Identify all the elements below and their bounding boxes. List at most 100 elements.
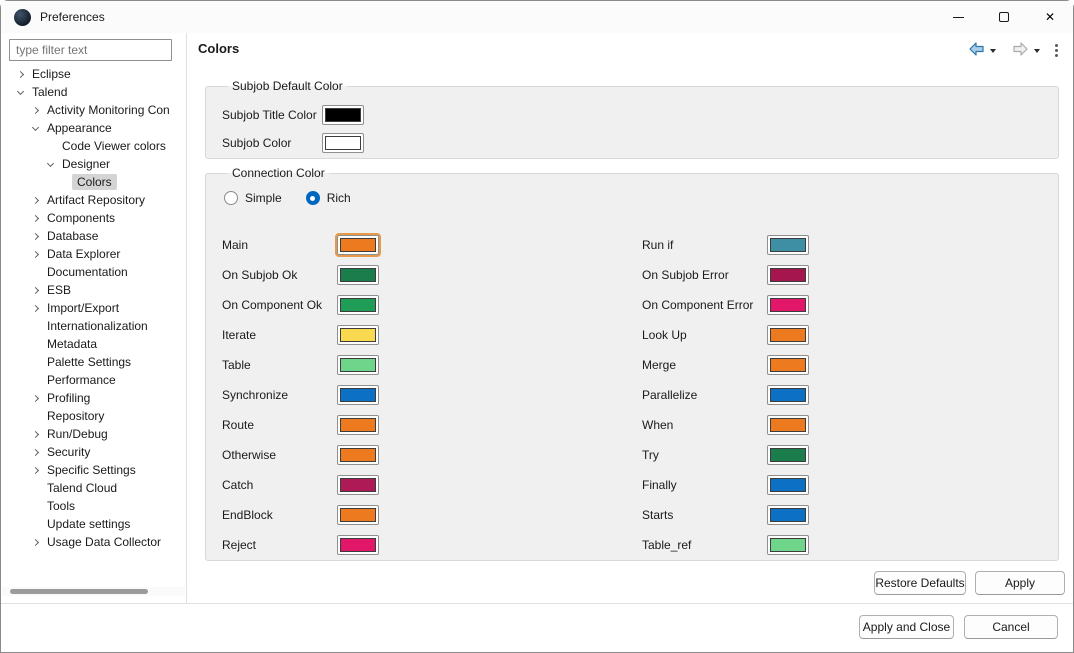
minimize-button[interactable]: [935, 1, 981, 33]
sidebar-horizontal-scrollbar[interactable]: [2, 587, 185, 596]
radio-simple[interactable]: Simple: [224, 191, 282, 205]
cancel-button[interactable]: Cancel: [964, 615, 1058, 639]
apply-button[interactable]: Apply: [975, 571, 1065, 595]
color-swatch-try[interactable]: [767, 445, 809, 465]
tree-item-internationalization[interactable]: Internationalization: [1, 317, 186, 335]
tree-item-colors[interactable]: Colors: [1, 173, 186, 191]
forward-dropdown-icon[interactable]: [1034, 48, 1040, 53]
connection-color-group: Connection Color Simple Rich Main On Subjo…: [205, 166, 1059, 561]
color-swatch-starts[interactable]: [767, 505, 809, 525]
color-label: EndBlock: [222, 508, 273, 522]
chevron-right-icon[interactable]: [28, 394, 42, 402]
tree-item-import-export[interactable]: Import/Export: [1, 299, 186, 317]
tree-item-designer[interactable]: Designer: [1, 155, 186, 173]
chevron-down-icon[interactable]: [13, 87, 27, 95]
color-row-on-subjob-error: On Subjob Error: [642, 260, 1058, 290]
tree-item-code-viewer-colors[interactable]: Code Viewer colors: [1, 137, 186, 155]
color-swatch-catch[interactable]: [337, 475, 379, 495]
tree-item-documentation[interactable]: Documentation: [1, 263, 186, 281]
color-swatch-parallelize[interactable]: [767, 385, 809, 405]
back-dropdown-icon[interactable]: [990, 48, 996, 53]
color-label: Run if: [642, 238, 674, 252]
tree-item-label: ESB: [47, 283, 72, 297]
tree-item-run-debug[interactable]: Run/Debug: [1, 425, 186, 443]
color-row-reject: Reject: [222, 530, 642, 560]
tree-item-metadata[interactable]: Metadata: [1, 335, 186, 353]
color-swatch-merge[interactable]: [767, 355, 809, 375]
color-swatch-on-subjob-error[interactable]: [767, 265, 809, 285]
color-row-iterate: Iterate: [222, 320, 642, 350]
tree-item-eclipse[interactable]: Eclipse: [1, 65, 186, 83]
chevron-right-icon[interactable]: [28, 214, 42, 222]
radio-rich[interactable]: Rich: [305, 191, 351, 205]
chevron-right-icon[interactable]: [13, 70, 27, 78]
chevron-right-icon[interactable]: [28, 538, 42, 546]
color-fill: [340, 508, 376, 522]
chevron-right-icon[interactable]: [28, 196, 42, 204]
tree-item-update-settings[interactable]: Update settings: [1, 515, 186, 533]
color-label: On Subjob Ok: [222, 268, 298, 282]
tree-item-profiling[interactable]: Profiling: [1, 389, 186, 407]
chevron-down-icon[interactable]: [43, 159, 57, 167]
color-swatch-table-ref[interactable]: [767, 535, 809, 555]
tree-item-specific-settings[interactable]: Specific Settings: [1, 461, 186, 479]
chevron-right-icon[interactable]: [28, 304, 42, 312]
tree-item-talend[interactable]: Talend: [1, 83, 186, 101]
color-swatch-subjob-title-color[interactable]: [322, 105, 364, 125]
tree-item-repository[interactable]: Repository: [1, 407, 186, 425]
tree-item-talend-cloud[interactable]: Talend Cloud: [1, 479, 186, 497]
tree-item-performance[interactable]: Performance: [1, 371, 186, 389]
filter-input[interactable]: [9, 39, 172, 61]
chevron-right-icon[interactable]: [28, 286, 42, 294]
apply-and-close-button[interactable]: Apply and Close: [859, 615, 954, 639]
chevron-right-icon[interactable]: [28, 448, 42, 456]
tree-item-activity-monitoring-con[interactable]: Activity Monitoring Con: [1, 101, 186, 119]
tree-item-components[interactable]: Components: [1, 209, 186, 227]
chevron-right-icon[interactable]: [28, 430, 42, 438]
close-button[interactable]: ✕: [1027, 1, 1073, 33]
tree-item-usage-data-collector[interactable]: Usage Data Collector: [1, 533, 186, 551]
color-swatch-finally[interactable]: [767, 475, 809, 495]
group-legend: Subjob Default Color: [232, 79, 343, 93]
color-swatch-look-up[interactable]: [767, 325, 809, 345]
chevron-right-icon[interactable]: [28, 232, 42, 240]
color-swatch-iterate[interactable]: [337, 325, 379, 345]
back-icon[interactable]: [968, 42, 985, 59]
scrollbar-thumb[interactable]: [10, 589, 148, 594]
tree-item-esb[interactable]: ESB: [1, 281, 186, 299]
tree-item-palette-settings[interactable]: Palette Settings: [1, 353, 186, 371]
color-swatch-on-component-error[interactable]: [767, 295, 809, 315]
chevron-right-icon[interactable]: [28, 250, 42, 258]
maximize-button[interactable]: [981, 1, 1027, 33]
color-fill: [340, 238, 376, 252]
tree-item-security[interactable]: Security: [1, 443, 186, 461]
forward-icon[interactable]: [1012, 42, 1029, 59]
color-swatch-endblock[interactable]: [337, 505, 379, 525]
color-swatch-synchronize[interactable]: [337, 385, 379, 405]
tree-item-database[interactable]: Database: [1, 227, 186, 245]
tree-item-artifact-repository[interactable]: Artifact Repository: [1, 191, 186, 209]
color-swatch-when[interactable]: [767, 415, 809, 435]
color-swatch-on-component-ok[interactable]: [337, 295, 379, 315]
view-menu-icon[interactable]: [1053, 42, 1060, 59]
tree-item-data-explorer[interactable]: Data Explorer: [1, 245, 186, 263]
restore-defaults-button[interactable]: Restore Defaults: [874, 571, 966, 595]
color-swatch-otherwise[interactable]: [337, 445, 379, 465]
tree-item-tools[interactable]: Tools: [1, 497, 186, 515]
color-swatch-on-subjob-ok[interactable]: [337, 265, 379, 285]
color-swatch-main[interactable]: [335, 233, 381, 257]
chevron-right-icon[interactable]: [28, 106, 42, 114]
chevron-right-icon[interactable]: [28, 466, 42, 474]
tree-item-appearance[interactable]: Appearance: [1, 119, 186, 137]
tree-item-label: Artifact Repository: [47, 193, 146, 207]
color-swatch-subjob-color[interactable]: [322, 133, 364, 153]
color-swatch-route[interactable]: [337, 415, 379, 435]
app-icon: [14, 8, 31, 26]
color-swatch-reject[interactable]: [337, 535, 379, 555]
color-swatch-run-if[interactable]: [767, 235, 809, 255]
color-fill: [770, 508, 806, 522]
color-fill: [340, 418, 376, 432]
chevron-down-icon[interactable]: [28, 123, 42, 131]
preferences-tree: Eclipse Talend Activity Monitoring Con Appe…: [1, 61, 186, 585]
color-swatch-table[interactable]: [337, 355, 379, 375]
